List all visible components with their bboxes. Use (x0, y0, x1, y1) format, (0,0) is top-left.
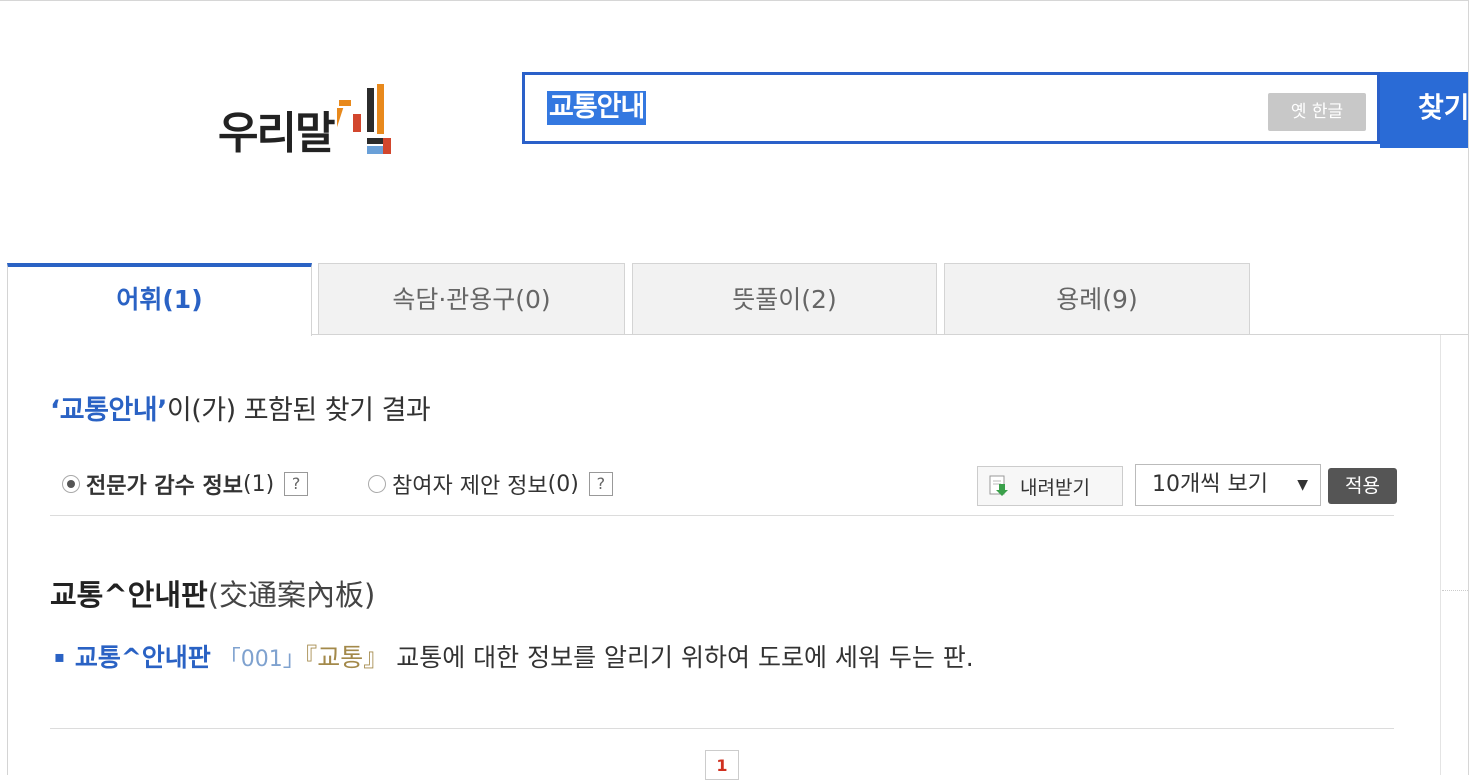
bullet-icon: ▪ (54, 647, 65, 666)
site-logo[interactable]: 우리말 샘 (218, 74, 405, 156)
content-border-right (1440, 335, 1441, 775)
tab-proverbs[interactable]: 속담·관용구(0) (318, 263, 625, 335)
radio-participant-indicator[interactable] (368, 475, 386, 493)
old-hangul-button[interactable]: 옛 한글 (1268, 93, 1366, 131)
radio-participant-info[interactable]: 참여자 제안 정보 (0) ? (368, 468, 613, 500)
divider (50, 515, 1394, 516)
def-text: 교통에 대한 정보를 알리기 위하여 도로에 세워 두는 판. (396, 643, 974, 672)
entry-definition: ▪ 교통^안내판 「001」『교통』 교통에 대한 정보를 알리기 위하여 도로에… (54, 638, 974, 674)
def-sense-number: 「001」 (218, 647, 305, 672)
page-size-select[interactable]: 10개씩 보기 ▼ (1135, 464, 1321, 506)
search-input[interactable]: 교통안내 (547, 91, 647, 125)
download-icon (989, 475, 1008, 496)
entry-word[interactable]: 교통^안내판 (50, 578, 208, 612)
download-label: 내려받기 (1020, 476, 1090, 499)
scroll-divider (1442, 590, 1468, 592)
download-button[interactable]: 내려받기 (977, 466, 1123, 506)
page-size-value: 10개씩 보기 (1152, 472, 1268, 497)
radio-expert-info[interactable]: 전문가 감수 정보 (1) ? (62, 468, 309, 500)
tabs-baseline (312, 334, 1468, 335)
result-heading-suffix: 이(가) 포함된 찾기 결과 (166, 395, 431, 426)
entry-headword[interactable]: 교통^안내판(交通案內板) (50, 572, 375, 614)
search-box[interactable]: 교통안내 옛 한글 (522, 72, 1380, 144)
radio-expert-label: 전문가 감수 정보 (86, 474, 243, 499)
divider (50, 728, 1394, 729)
radio-participant-count: (0) (547, 471, 579, 497)
apply-button[interactable]: 적용 (1328, 468, 1397, 504)
tab-vocabulary[interactable]: 어휘(1) (7, 263, 312, 336)
radio-expert-count: (1) (243, 471, 275, 497)
help-icon[interactable]: ? (588, 472, 613, 496)
logo-mark-icon: 샘 (337, 84, 392, 154)
radio-expert-indicator[interactable] (62, 475, 80, 493)
tab-examples[interactable]: 용례(9) (944, 263, 1250, 335)
tab-definitions[interactable]: 뜻풀이(2) (632, 263, 937, 335)
def-field: 『교통』 (304, 643, 389, 672)
dropdown-arrow-icon: ▼ (1297, 477, 1308, 493)
pagination-page-1[interactable]: 1 (705, 750, 739, 780)
content-border-left (7, 335, 8, 775)
radio-participant-label: 참여자 제안 정보 (392, 474, 548, 499)
def-word-link[interactable]: 교통^안내판 (75, 643, 211, 672)
logo-text: 우리말 (218, 108, 335, 159)
top-border (0, 0, 1468, 1)
entry-hanja: (交通案內板) (207, 578, 376, 612)
help-icon[interactable]: ? (284, 472, 309, 496)
search-button[interactable]: 찾기 (1380, 72, 1468, 148)
right-border (1468, 0, 1469, 775)
result-heading: ‘교통안내’이(가) 포함된 찾기 결과 (50, 388, 431, 427)
result-query: ‘교통안내’ (50, 395, 167, 426)
